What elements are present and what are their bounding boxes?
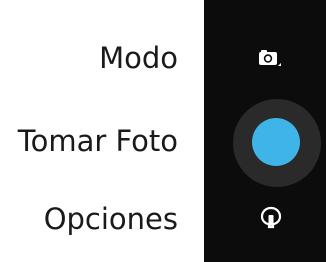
camera-icon bbox=[259, 50, 281, 66]
camera-control-panel bbox=[204, 0, 326, 262]
options-label: Opciones bbox=[43, 202, 178, 236]
shutter-button[interactable] bbox=[252, 118, 300, 166]
take-photo-label: Tomar Foto bbox=[17, 124, 178, 158]
options-settings-icon bbox=[260, 206, 282, 229]
mode-label: Modo bbox=[99, 41, 178, 75]
mode-switch-button[interactable] bbox=[257, 47, 283, 69]
options-button[interactable] bbox=[260, 206, 282, 230]
